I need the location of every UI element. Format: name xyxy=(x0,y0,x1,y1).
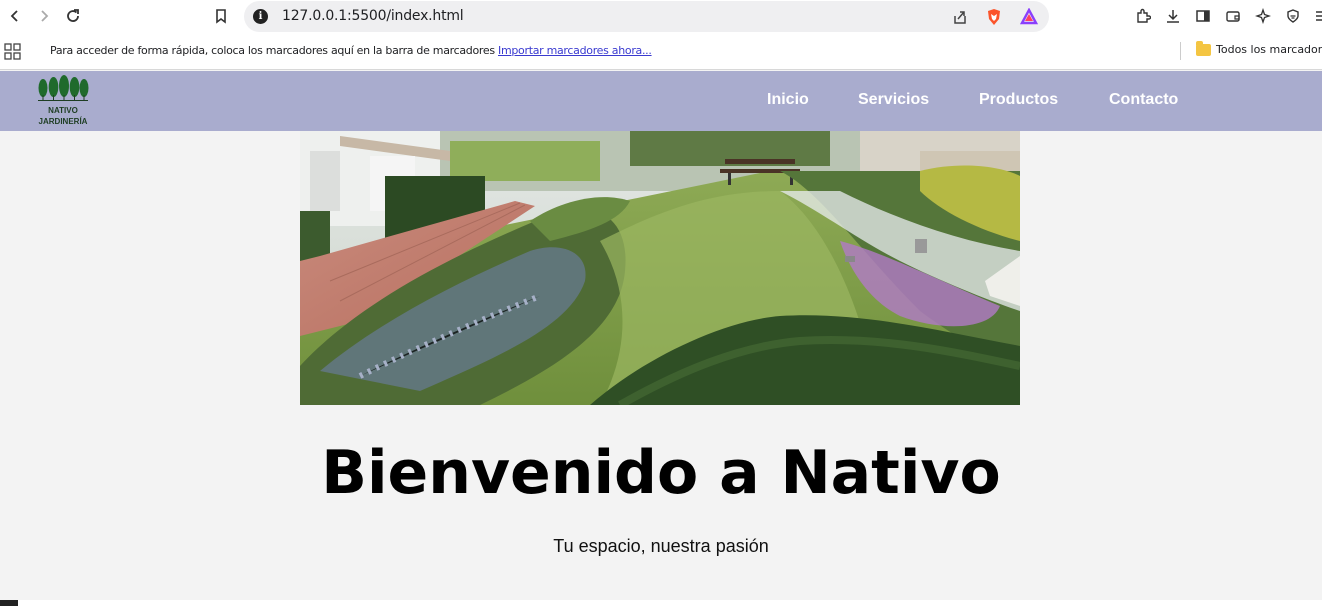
reload-icon[interactable] xyxy=(61,4,85,28)
all-bookmarks-label: Todos los marcadores xyxy=(1216,43,1322,56)
logo-name: NATIVO xyxy=(48,106,78,115)
hero-garden-image xyxy=(300,131,1020,405)
site-logo[interactable]: NATIVO JARDINERÍA xyxy=(36,75,90,127)
brave-rewards-icon[interactable] xyxy=(1019,7,1039,27)
bottom-edge xyxy=(0,600,1322,606)
site-info-icon[interactable]: i xyxy=(253,9,268,24)
extensions-icon[interactable] xyxy=(1133,6,1153,26)
download-icon[interactable] xyxy=(1163,6,1183,26)
vpn-icon[interactable] xyxy=(1283,6,1303,26)
url-text[interactable]: 127.0.0.1:5500/index.html xyxy=(282,8,464,24)
share-icon[interactable] xyxy=(949,7,969,27)
trees-logo-icon xyxy=(38,75,89,101)
page-viewport: NATIVO JARDINERÍA Inicio Servicios Produ… xyxy=(0,71,1322,606)
welcome-heading: Bienvenido a Nativo xyxy=(321,438,1001,508)
apps-grid-icon[interactable] xyxy=(4,43,21,65)
forward-icon[interactable] xyxy=(32,4,56,28)
menu-icon[interactable] xyxy=(1310,6,1322,26)
back-icon[interactable] xyxy=(3,4,27,28)
all-bookmarks-folder[interactable]: Todos los marcadores xyxy=(1196,40,1322,56)
logo-subtitle: JARDINERÍA xyxy=(38,117,88,126)
leo-ai-icon[interactable] xyxy=(1253,6,1273,26)
nav-link-inicio[interactable]: Inicio xyxy=(767,91,809,109)
wallet-icon[interactable] xyxy=(1223,6,1243,26)
nav-link-contacto[interactable]: Contacto xyxy=(1109,91,1178,109)
browser-toolbar: i 127.0.0.1:5500/index.html xyxy=(0,0,1322,33)
nav-link-productos[interactable]: Productos xyxy=(979,91,1058,109)
import-bookmarks-link[interactable]: Importar marcadores ahora... xyxy=(498,44,652,57)
taskbar-corner xyxy=(0,600,18,606)
nav-link-servicios[interactable]: Servicios xyxy=(858,91,929,109)
bookmark-icon[interactable] xyxy=(209,4,233,28)
sidebar-icon[interactable] xyxy=(1193,6,1213,26)
address-bar[interactable]: i 127.0.0.1:5500/index.html xyxy=(244,1,1049,32)
brave-shields-icon[interactable] xyxy=(984,7,1004,27)
bookmarks-bar: Para acceder de forma rápida, coloca los… xyxy=(0,33,1322,70)
bookmarks-divider xyxy=(1180,42,1181,60)
tagline: Tu espacio, nuestra pasión xyxy=(553,536,769,556)
bookmarks-prompt: Para acceder de forma rápida, coloca los… xyxy=(50,44,652,57)
site-header: NATIVO JARDINERÍA Inicio Servicios Produ… xyxy=(0,71,1322,131)
bookmarks-prompt-text: Para acceder de forma rápida, coloca los… xyxy=(50,44,495,57)
folder-icon xyxy=(1196,40,1211,56)
